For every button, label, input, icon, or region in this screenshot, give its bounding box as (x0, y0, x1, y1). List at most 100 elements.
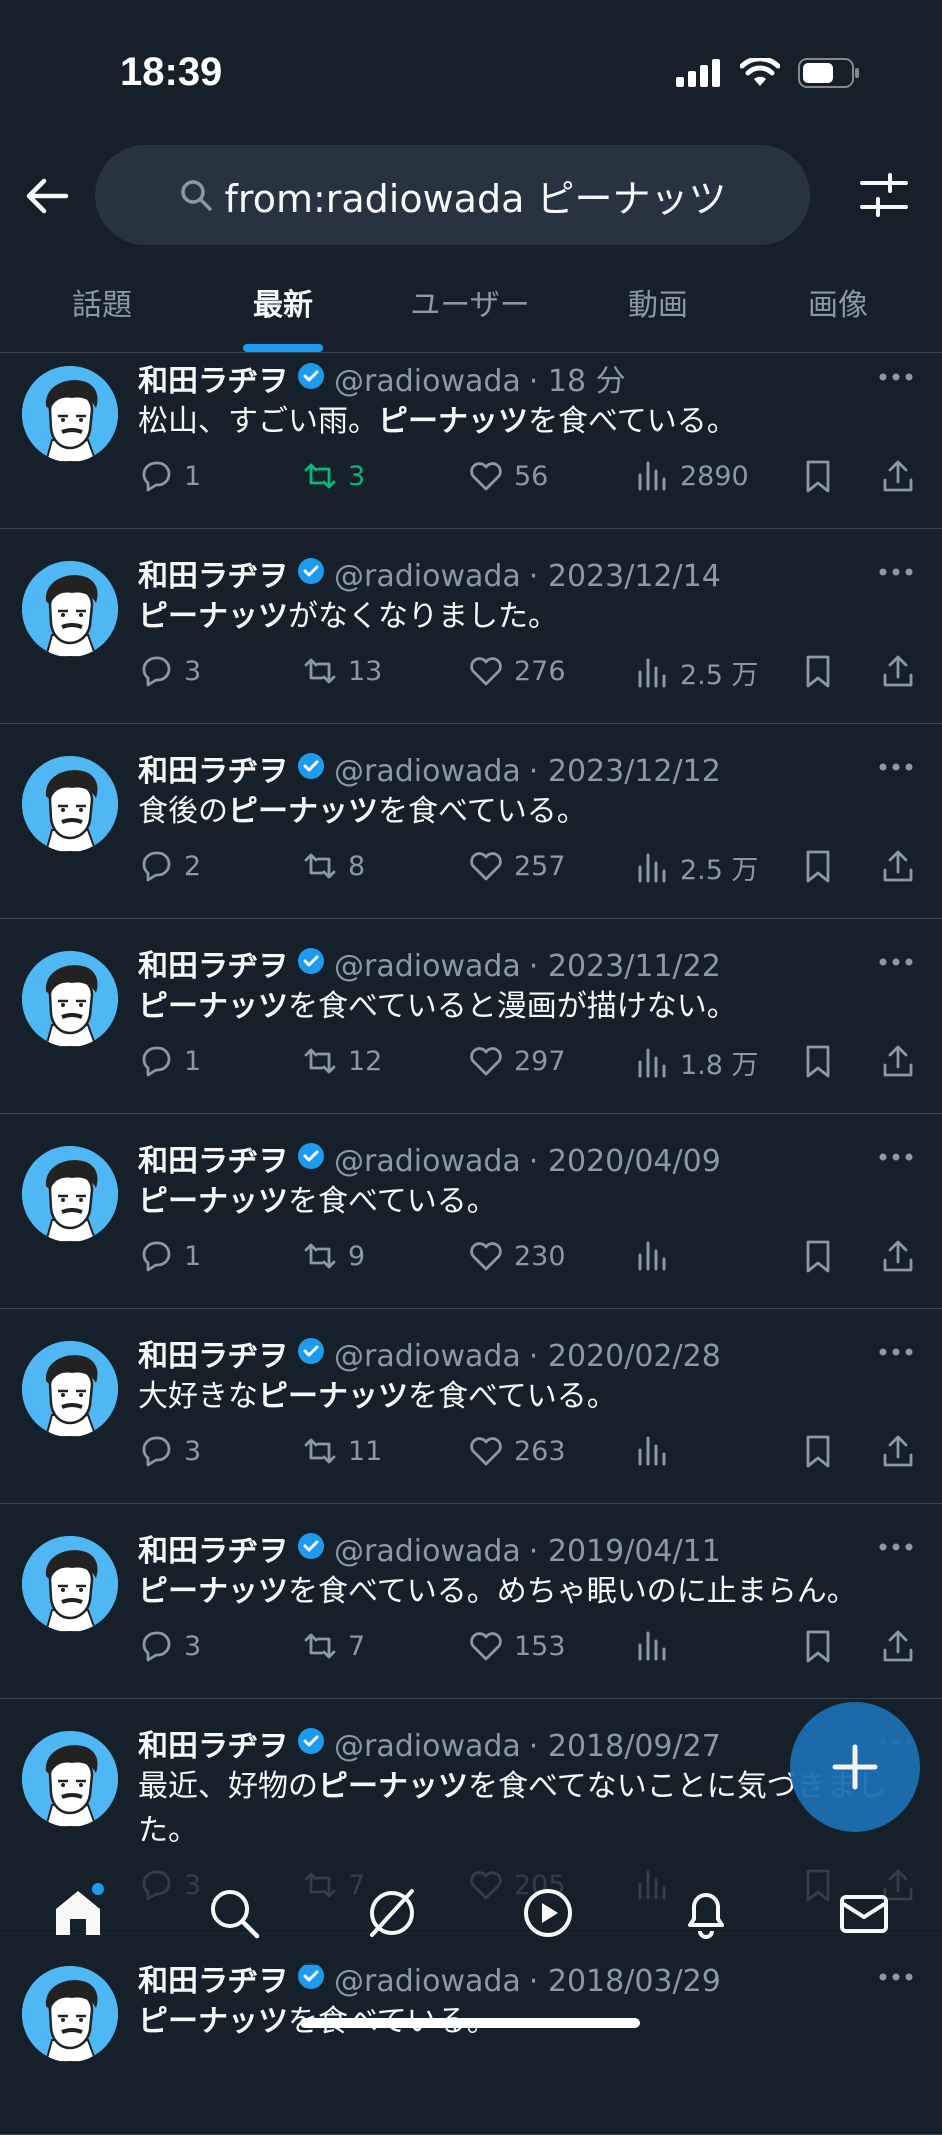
views-button[interactable]: 2890 (634, 458, 749, 494)
more-options-icon[interactable] (878, 1972, 914, 1982)
author-handle[interactable]: @radiowada (334, 1729, 521, 1764)
more-options-icon[interactable] (878, 1152, 914, 1162)
tweet[interactable]: 和田ラヂヲ @radiowada · 2023/12/14 ピーナッツがなくなりました… (0, 529, 942, 724)
author-handle[interactable]: @radiowada (334, 364, 521, 399)
avatar[interactable] (22, 1536, 118, 1632)
tab-images[interactable]: 画像 (748, 280, 928, 324)
retweet-button[interactable]: 3 (302, 458, 365, 494)
views-button[interactable]: 2.5 万 (634, 848, 759, 887)
author-name[interactable]: 和田ラヂヲ (138, 551, 288, 595)
views-button[interactable]: 1.8 万 (634, 1043, 759, 1082)
like-button[interactable]: 297 (468, 1043, 566, 1079)
filter-settings-icon[interactable] (856, 167, 912, 223)
tweet[interactable]: 和田ラヂヲ @radiowada · 2023/11/22 ピーナッツを食べていると漫… (0, 919, 942, 1114)
share-button[interactable] (880, 1628, 916, 1664)
like-button[interactable]: 263 (468, 1433, 566, 1469)
author-name[interactable]: 和田ラヂヲ (138, 1331, 288, 1375)
reply-button[interactable]: 3 (138, 1628, 201, 1664)
more-options-icon[interactable] (878, 1347, 914, 1357)
share-button[interactable] (880, 1043, 916, 1079)
status-bar: 18:39 (0, 0, 942, 140)
bookmark-button[interactable] (800, 653, 836, 689)
avatar[interactable] (22, 561, 118, 657)
video-icon[interactable] (520, 1885, 576, 1941)
author-name[interactable]: 和田ラヂヲ (138, 356, 288, 400)
author-handle[interactable]: @radiowada (334, 559, 521, 594)
share-button[interactable] (880, 1433, 916, 1469)
reply-button[interactable]: 2 (138, 848, 201, 884)
search-icon[interactable] (206, 1885, 262, 1941)
share-button[interactable] (880, 458, 916, 494)
author-handle[interactable]: @radiowada (334, 1339, 521, 1374)
retweet-button[interactable]: 8 (302, 848, 365, 884)
compose-tweet-button[interactable] (790, 1702, 920, 1832)
retweet-button[interactable]: 11 (302, 1433, 382, 1469)
reply-button[interactable]: 1 (138, 1238, 201, 1274)
grok-icon[interactable] (364, 1885, 420, 1941)
author-handle[interactable]: @radiowada (334, 1144, 521, 1179)
tweet[interactable]: 和田ラヂヲ @radiowada · 2023/12/12 食後のピーナッツを食べてい… (0, 724, 942, 919)
author-name[interactable]: 和田ラヂヲ (138, 746, 288, 790)
author-handle[interactable]: @radiowada (334, 949, 521, 984)
tweet-header: 和田ラヂヲ @radiowada · 2023/11/22 (138, 941, 721, 985)
share-button[interactable] (880, 1238, 916, 1274)
reply-button[interactable]: 3 (138, 653, 201, 689)
reply-button[interactable]: 1 (138, 458, 201, 494)
like-button[interactable]: 276 (468, 653, 566, 689)
bookmark-button[interactable] (800, 848, 836, 884)
more-options-icon[interactable] (878, 372, 914, 382)
views-button[interactable] (634, 1433, 680, 1469)
avatar[interactable] (22, 366, 118, 462)
retweet-button[interactable]: 7 (302, 1628, 365, 1664)
more-options-icon[interactable] (878, 567, 914, 577)
avatar[interactable] (22, 756, 118, 852)
tab-top[interactable]: 話題 (12, 280, 192, 324)
views-button[interactable] (634, 1628, 680, 1664)
bookmark-button[interactable] (800, 458, 836, 494)
author-handle[interactable]: @radiowada (334, 1964, 521, 1999)
reply-button[interactable]: 3 (138, 1433, 201, 1469)
author-handle[interactable]: @radiowada (334, 754, 521, 789)
avatar[interactable] (22, 1731, 118, 1827)
avatar[interactable] (22, 951, 118, 1047)
share-button[interactable] (880, 653, 916, 689)
tab-people[interactable]: ユーザー (380, 280, 560, 324)
search-input[interactable]: from:radiowada ピーナッツ (95, 145, 810, 245)
author-name[interactable]: 和田ラヂヲ (138, 1136, 288, 1180)
share-button[interactable] (880, 848, 916, 884)
views-button[interactable]: 2.5 万 (634, 653, 759, 692)
author-name[interactable]: 和田ラヂヲ (138, 941, 288, 985)
author-name[interactable]: 和田ラヂヲ (138, 1721, 288, 1765)
more-options-icon[interactable] (878, 762, 914, 772)
bookmark-button[interactable] (800, 1628, 836, 1664)
messages-icon[interactable] (836, 1885, 892, 1941)
like-heart-icon (470, 462, 502, 491)
like-button[interactable]: 257 (468, 848, 566, 884)
more-options-icon[interactable] (878, 957, 914, 967)
tab-latest[interactable]: 最新 (193, 280, 373, 324)
like-button[interactable]: 56 (468, 458, 548, 494)
tab-videos[interactable]: 動画 (568, 280, 748, 324)
tweet-text-before: 大好きな (138, 1379, 258, 1414)
like-button[interactable]: 153 (468, 1628, 566, 1664)
retweet-button[interactable]: 9 (302, 1238, 365, 1274)
reply-button[interactable]: 1 (138, 1043, 201, 1079)
bookmark-button[interactable] (800, 1043, 836, 1079)
retweet-button[interactable]: 13 (302, 653, 382, 689)
more-options-icon[interactable] (878, 1542, 914, 1552)
tweet[interactable]: 和田ラヂヲ @radiowada · 2019/04/11 ピーナッツを食べている。め… (0, 1504, 942, 1699)
avatar[interactable] (22, 1146, 118, 1242)
tweet[interactable]: 和田ラヂヲ @radiowada · 2020/04/09 ピーナッツを食べている。 1… (0, 1114, 942, 1309)
avatar[interactable] (22, 1341, 118, 1437)
bookmark-button[interactable] (800, 1238, 836, 1274)
views-button[interactable] (634, 1238, 680, 1274)
tweet[interactable]: 和田ラヂヲ @radiowada · 18 分松山、すごい雨。ピーナッツを食べている… (0, 352, 942, 529)
like-button[interactable]: 230 (468, 1238, 566, 1274)
tweet[interactable]: 和田ラヂヲ @radiowada · 2020/02/28 大好きなピーナッツを食べて… (0, 1309, 942, 1504)
author-name[interactable]: 和田ラヂヲ (138, 1526, 288, 1570)
notifications-icon[interactable] (678, 1885, 734, 1941)
retweet-button[interactable]: 12 (302, 1043, 382, 1079)
back-arrow-icon[interactable] (22, 172, 70, 220)
bookmark-button[interactable] (800, 1433, 836, 1469)
author-handle[interactable]: @radiowada (334, 1534, 521, 1569)
